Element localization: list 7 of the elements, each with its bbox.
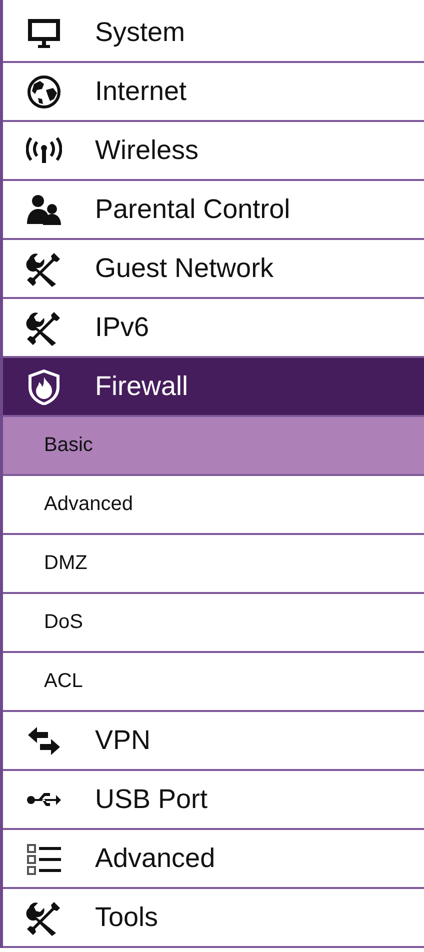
- shield-icon: [26, 368, 62, 404]
- wrench-screwdriver-icon: [26, 310, 62, 346]
- menu-item[interactable]: Basic: [3, 417, 424, 476]
- globe-icon: [26, 74, 62, 110]
- wrench-screwdriver-icon: [26, 250, 62, 286]
- menu-item[interactable]: Firewall: [3, 358, 424, 417]
- wrench-screwdriver-icon: [26, 900, 62, 936]
